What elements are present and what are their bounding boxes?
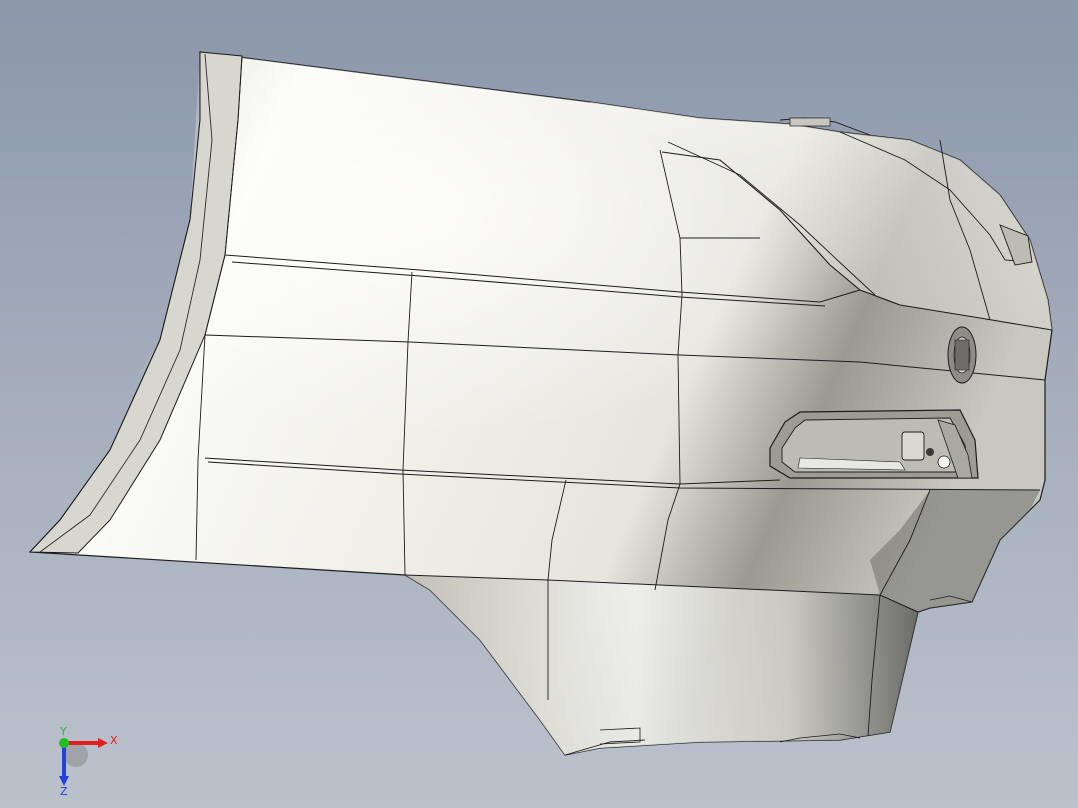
model-view[interactable]: [0, 0, 1078, 808]
y-axis-label: Y: [59, 725, 67, 738]
x-axis-label: X: [110, 734, 118, 747]
emblem-recess[interactable]: [947, 326, 977, 384]
triad-sphere: [64, 743, 88, 767]
graphics-viewport[interactable]: X Y Z: [0, 0, 1078, 808]
light-opening[interactable]: [769, 409, 979, 479]
x-axis-head: [98, 738, 108, 748]
z-axis-label: Z: [60, 785, 68, 798]
axis-triad: X Y Z: [59, 725, 118, 798]
y-axis-dot: [59, 738, 69, 748]
